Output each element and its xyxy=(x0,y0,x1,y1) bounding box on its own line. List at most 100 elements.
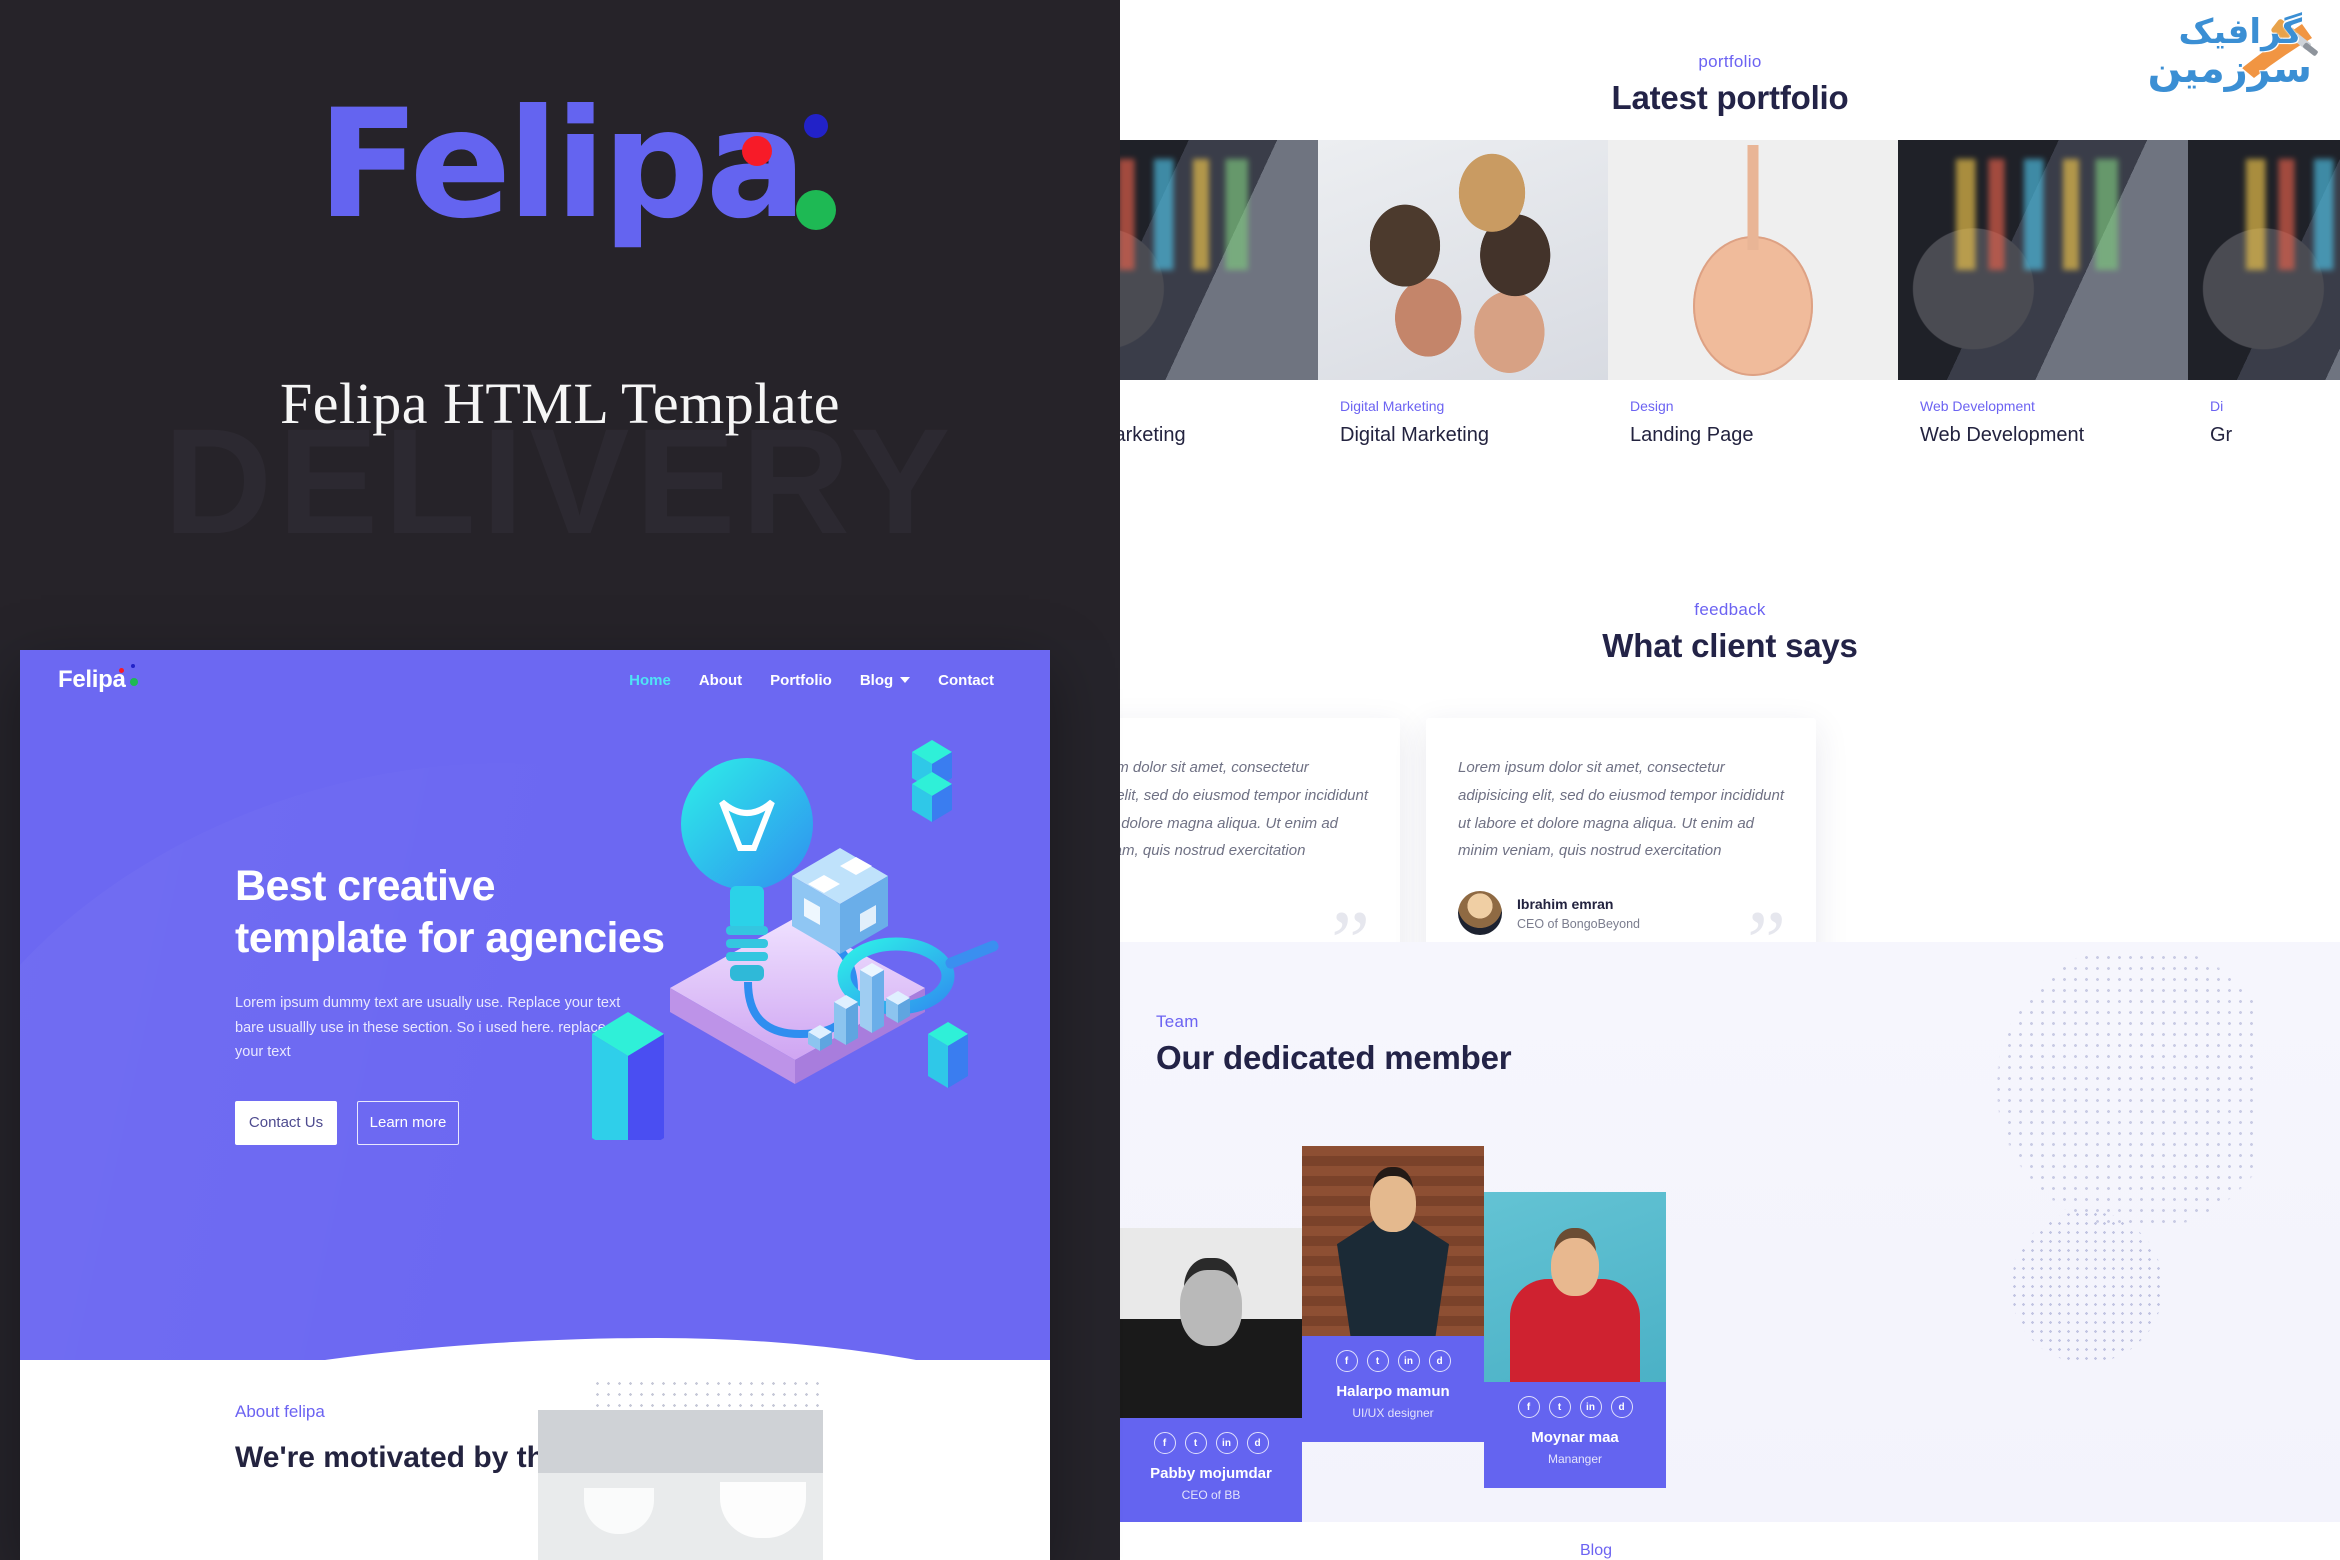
team-photo xyxy=(1484,1192,1666,1382)
testimonial-author-name: Ibrahim emran xyxy=(1517,895,1614,912)
screenshot-stage: DELIVERY Felipa Felipa HTML Template por… xyxy=(0,0,2340,1560)
about-section: About felipa We're motivated by the desi… xyxy=(20,1360,1050,1560)
hero-paragraph: Lorem ipsum dummy text are usually use. … xyxy=(235,994,621,1061)
linkedin-icon[interactable]: in xyxy=(1397,1350,1420,1372)
learn-more-button[interactable]: Learn more xyxy=(357,1100,459,1145)
portfolio-section: portfolio Latest portfolio Design SEO Ma… xyxy=(1120,0,2340,469)
testimonial-card[interactable]: Lorem ipsum dolor sit amet, consectetur … xyxy=(1120,718,1400,987)
portfolio-card[interactable]: Di Gr xyxy=(2188,140,2340,469)
idea-isometric-icon xyxy=(592,740,999,1160)
brand-dot-cluster xyxy=(340,90,836,260)
twitter-icon[interactable]: t xyxy=(1184,1432,1207,1454)
linkedin-icon[interactable]: in xyxy=(1215,1432,1238,1454)
portfolio-card[interactable]: Design SEO Marketing xyxy=(1120,140,1318,469)
blog-kicker: Blog xyxy=(1580,1542,1613,1559)
testimonial-text: Lorem ipsum dolor sit amet, consectetur … xyxy=(1458,759,1785,860)
blue-dot-icon xyxy=(804,114,828,138)
team-card-list: f t in d Pabby mojumdar CEO of BB f t in… xyxy=(1120,1132,2340,1522)
linkedin-icon[interactable]: in xyxy=(1579,1396,1602,1418)
portfolio-card[interactable]: Digital Marketing Digital Marketing xyxy=(1318,140,1608,469)
nav-link-label: Blog xyxy=(859,671,894,689)
portfolio-thumb xyxy=(2188,140,2340,380)
portfolio-title: Latest portfolio xyxy=(1611,79,1849,116)
social-links[interactable]: f t in d xyxy=(1494,1396,1656,1418)
team-member-role: CEO of BB xyxy=(1181,1488,1241,1502)
portfolio-card[interactable]: Design Landing Page xyxy=(1608,140,1898,469)
dribbble-icon[interactable]: d xyxy=(1610,1396,1633,1418)
avatar xyxy=(1458,891,1502,935)
testimonial-author-role: CEO of BongoBeyond xyxy=(1517,916,1640,931)
twitter-icon[interactable]: t xyxy=(1548,1396,1571,1418)
hero-navbar: Felipa Home About Portfolio Blog Contact xyxy=(20,650,1050,710)
facebook-icon[interactable]: f xyxy=(1335,1350,1358,1372)
portfolio-kicker: portfolio xyxy=(1698,52,1762,71)
preview-column: portfolio Latest portfolio Design SEO Ma… xyxy=(1120,0,2340,1560)
about-kicker: About felipa xyxy=(235,1402,325,1421)
portfolio-name: Web Development xyxy=(1920,424,2085,446)
hero-illustration xyxy=(580,720,1000,1160)
dribbble-icon[interactable]: d xyxy=(1428,1350,1451,1372)
red-dot-icon xyxy=(742,136,772,166)
testimonial-author: Ibrahim emran CEO of BongoBeyond xyxy=(1458,891,1784,935)
team-member-name: Halarpo mamun xyxy=(1336,1383,1450,1400)
portfolio-thumb xyxy=(1318,140,1608,380)
portfolio-category: Web Development xyxy=(1920,398,2035,414)
nav-link-label: Portfolio xyxy=(770,671,832,689)
nav-item-blog[interactable]: Blog xyxy=(859,671,911,689)
social-links[interactable]: f t in d xyxy=(1130,1432,1292,1454)
red-dot-icon xyxy=(118,668,124,673)
twitter-icon[interactable]: t xyxy=(1366,1350,1389,1372)
nav-item-home[interactable]: Home xyxy=(629,672,671,689)
portfolio-header: portfolio Latest portfolio xyxy=(1120,0,2340,117)
team-kicker: Team xyxy=(1156,1012,1199,1031)
testimonial-list: Lorem ipsum dolor sit amet, consectetur … xyxy=(1120,718,2340,987)
portfolio-card-strip[interactable]: Design SEO Marketing Digital Marketing D… xyxy=(1120,140,2340,469)
cover-panel: DELIVERY Felipa Felipa HTML Template xyxy=(0,0,1120,640)
portfolio-thumb xyxy=(1120,140,1318,380)
testimonial-card[interactable]: Lorem ipsum dolor sit amet, consectetur … xyxy=(1426,718,1816,987)
team-header: Team Our dedicated member xyxy=(1156,1012,1512,1077)
portfolio-name: Gr xyxy=(2210,424,2233,446)
dribbble-icon[interactable]: d xyxy=(1246,1432,1269,1454)
facebook-icon[interactable]: f xyxy=(1517,1396,1540,1418)
social-links[interactable]: f t in d xyxy=(1312,1350,1474,1372)
portfolio-thumb xyxy=(1608,140,1898,380)
nav-link-label: Home xyxy=(629,671,671,689)
nav-item-contact[interactable]: Contact xyxy=(938,672,994,689)
facebook-icon[interactable]: f xyxy=(1153,1432,1176,1454)
cover-subtitle: Felipa HTML Template xyxy=(279,371,841,436)
hero-preview-card: Felipa Home About Portfolio Blog Contact… xyxy=(20,650,1050,1560)
hero-nav-links: Home About Portfolio Blog Contact xyxy=(629,672,1012,689)
hero-logo[interactable]: Felipa xyxy=(58,664,138,694)
feedback-section: feedback What client says Lorem ipsum do… xyxy=(1120,600,2340,987)
team-member-role: Mananger xyxy=(1547,1452,1603,1466)
nav-link-label: About xyxy=(698,671,743,689)
green-dot-icon xyxy=(129,678,138,686)
nav-item-portfolio[interactable]: Portfolio xyxy=(770,672,832,689)
chevron-down-icon xyxy=(900,677,911,683)
team-photo xyxy=(1120,1228,1302,1418)
testimonial-text: Lorem ipsum dolor sit amet, consectetur … xyxy=(1120,759,1369,860)
portfolio-card[interactable]: Web Development Web Development xyxy=(1898,140,2188,469)
green-dot-icon xyxy=(796,190,836,230)
team-card[interactable]: f t in d Moynar maa Mananger xyxy=(1484,1192,1666,1488)
team-card[interactable]: f t in d Pabby mojumdar CEO of BB xyxy=(1120,1228,1302,1522)
portfolio-category: Di xyxy=(2210,398,2224,414)
team-card[interactable]: f t in d Halarpo mamun UI/UX designer xyxy=(1302,1146,1484,1442)
about-image xyxy=(538,1410,823,1560)
portfolio-name: Landing Page xyxy=(1630,424,1754,446)
hero-logo-text: Felipa xyxy=(58,666,126,693)
team-member-name: Moynar maa xyxy=(1531,1429,1619,1446)
portfolio-category: Design xyxy=(1120,398,1296,414)
nav-link-label: Contact xyxy=(938,671,994,689)
feedback-title: What client says xyxy=(1602,627,1858,664)
team-section: Team Our dedicated member f t in d Pabby… xyxy=(1120,942,2340,1522)
nav-item-about[interactable]: About xyxy=(699,672,742,689)
team-member-name: Pabby mojumdar xyxy=(1150,1465,1272,1482)
portfolio-name: Digital Marketing xyxy=(1340,424,1489,446)
portfolio-thumb xyxy=(1898,140,2188,380)
contact-us-button[interactable]: Contact Us xyxy=(235,1100,337,1145)
blue-dot-icon xyxy=(130,664,135,668)
team-photo xyxy=(1302,1146,1484,1336)
portfolio-name: SEO Marketing xyxy=(1120,424,1186,446)
